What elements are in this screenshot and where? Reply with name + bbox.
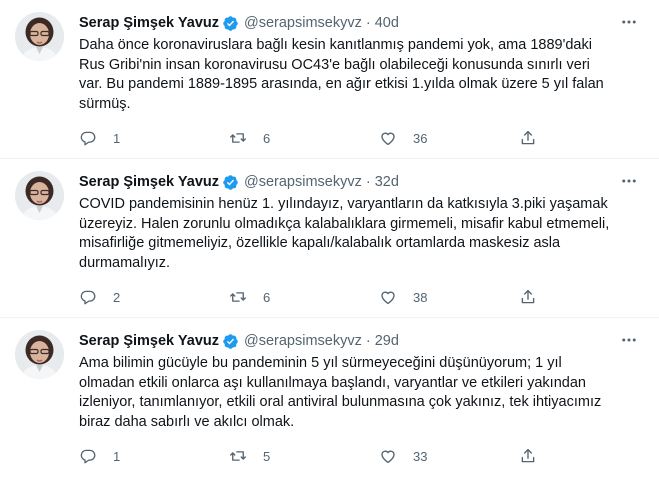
tweet-text-line: sürmüş.: [79, 95, 131, 112]
tweet-text-line: Rus Gribi'nin insan koronavirusu OC43'e …: [79, 56, 590, 73]
separator-dot: ·: [365, 174, 371, 190]
tweet-text-line: durmamalıyız.: [79, 254, 171, 271]
reply-button[interactable]: 2: [79, 287, 120, 307]
tweet-text-line: Daha önce koronaviruslara bağlı kesin ka…: [79, 37, 592, 53]
reply-count: 1: [113, 130, 121, 146]
tweet[interactable]: Serap Şimşek Yavuz @serapsimsekyvz · 29d…: [0, 318, 659, 477]
tweet-header: Serap Şimşek Yavuz @serapsimsekyvz · 40d: [79, 13, 619, 33]
tweet-actions: 2 6 38: [79, 287, 549, 307]
reply-icon: [80, 290, 96, 305]
tweet-actions: 1 6 36: [79, 128, 549, 148]
more-options-icon[interactable]: [619, 330, 639, 350]
tweet-text: Ama bilimin gücüyle bu pandeminin 5 yıl …: [79, 354, 644, 432]
more-options-icon[interactable]: [619, 12, 639, 32]
author-handle[interactable]: @serapsimsekyvz: [244, 174, 362, 190]
tweet[interactable]: Serap Şimşek Yavuz @serapsimsekyvz · 40d…: [0, 0, 659, 159]
tweet-text-line: COVID pandemisinin henüz 1. yılındayız, …: [79, 196, 608, 212]
retweet-count: 5: [263, 448, 271, 464]
avatar-image: [15, 171, 64, 220]
reply-button[interactable]: 1: [79, 128, 120, 148]
retweet-button[interactable]: 6: [229, 287, 270, 307]
like-count: 36: [413, 130, 428, 146]
author-name[interactable]: Serap Şimşek Yavuz: [79, 174, 219, 190]
verified-badge-icon: [222, 333, 239, 350]
more-options-icon[interactable]: [619, 171, 639, 191]
author-handle[interactable]: @serapsimsekyvz: [244, 15, 362, 31]
tweet-text-line: izleniyor, tanımlanıyor, etkili oral ant…: [79, 394, 602, 410]
reply-count: 1: [113, 448, 121, 464]
author-name[interactable]: Serap Şimşek Yavuz: [79, 15, 219, 31]
share-button[interactable]: [519, 287, 537, 307]
like-icon: [381, 132, 395, 146]
like-count: 33: [413, 448, 428, 464]
author-name[interactable]: Serap Şimşek Yavuz: [79, 333, 219, 349]
tweet-time[interactable]: 40d: [375, 15, 399, 31]
reply-count: 2: [113, 289, 121, 305]
share-button[interactable]: [519, 128, 537, 148]
share-icon: [521, 289, 535, 304]
share-button[interactable]: [519, 446, 537, 466]
share-icon: [521, 130, 535, 145]
reply-icon: [80, 449, 96, 464]
like-icon: [381, 450, 395, 464]
separator-dot: ·: [365, 333, 371, 349]
like-button[interactable]: 38: [379, 287, 427, 307]
reply-icon: [80, 131, 96, 146]
tweet-text-line: misafirliğe gitmemeliyiz, özellikle kapa…: [79, 235, 561, 251]
retweet-button[interactable]: 5: [229, 446, 270, 466]
tweet-time[interactable]: 29d: [375, 333, 399, 349]
tweet-time[interactable]: 32d: [375, 174, 399, 190]
retweet-count: 6: [263, 130, 271, 146]
tweet-text-line: Ama bilimin gücüyle bu pandeminin 5 yıl …: [79, 355, 562, 371]
avatar[interactable]: [15, 330, 64, 379]
tweet-text-line: biraz daha sabırlı ve akılcı olmak.: [79, 413, 295, 430]
avatar-image: [15, 12, 64, 61]
tweet-text-line: olmadan etkili onlarca aşı kullanılmaya …: [79, 374, 586, 391]
like-count: 38: [413, 289, 428, 305]
share-icon: [521, 448, 535, 463]
tweet[interactable]: Serap Şimşek Yavuz @serapsimsekyvz · 32d…: [0, 159, 659, 318]
tweet-text-line: üzereyiz. Halen zorunlu olmadıkça kalaba…: [79, 215, 610, 232]
verified-badge-icon: [222, 174, 239, 191]
separator-dot: ·: [365, 15, 371, 31]
like-icon: [381, 291, 395, 305]
retweet-count: 6: [263, 289, 271, 305]
avatar[interactable]: [15, 12, 64, 61]
retweet-icon: [230, 292, 246, 302]
like-button[interactable]: 36: [379, 128, 427, 148]
reply-button[interactable]: 1: [79, 446, 120, 466]
tweet-actions: 1 5 33: [79, 446, 549, 466]
author-handle[interactable]: @serapsimsekyvz: [244, 333, 362, 349]
verified-badge-icon: [222, 15, 239, 32]
like-button[interactable]: 33: [379, 446, 427, 466]
avatar[interactable]: [15, 171, 64, 220]
tweet-text-line: var. Bu pandemi 1889-1895 arasında, en a…: [79, 76, 604, 92]
retweet-icon: [230, 451, 246, 461]
retweet-icon: [230, 133, 246, 143]
retweet-button[interactable]: 6: [229, 128, 270, 148]
tweet-text: Daha önce koronaviruslara bağlı kesin ka…: [79, 36, 644, 114]
tweet-text: COVID pandemisinin henüz 1. yılındayız, …: [79, 195, 644, 273]
tweet-header: Serap Şimşek Yavuz @serapsimsekyvz · 29d: [79, 331, 619, 351]
avatar-image: [15, 330, 64, 379]
tweet-header: Serap Şimşek Yavuz @serapsimsekyvz · 32d: [79, 172, 619, 192]
